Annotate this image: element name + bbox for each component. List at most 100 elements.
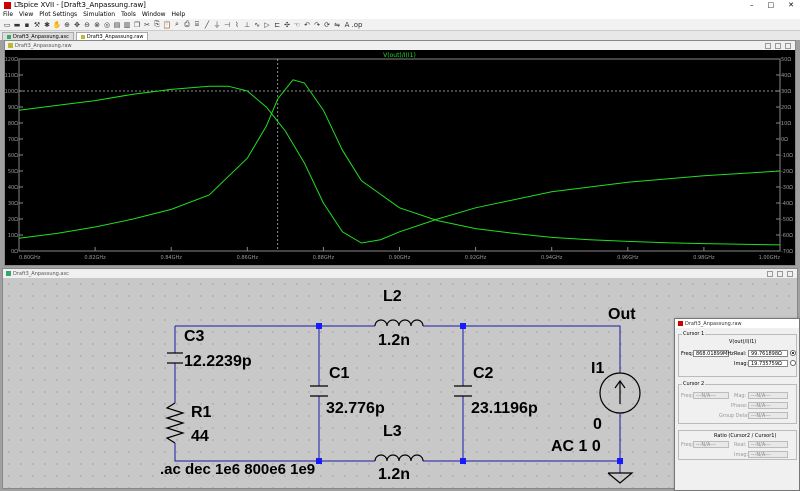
maximize-icon[interactable] (775, 42, 781, 49)
i1-name[interactable]: I1 (591, 360, 604, 378)
c2-value[interactable]: 23.1196p (471, 400, 538, 418)
l2-name[interactable]: L2 (383, 288, 402, 306)
minimize-icon[interactable] (765, 42, 771, 49)
waveform-window[interactable]: Draft3_Anpassung.raw 0Ω 10Ω 20Ω 30Ω 40Ω 50Ω 60… (4, 40, 796, 266)
paste-icon[interactable]: 📋 (163, 21, 172, 29)
y-right-tick-label: -50Ω (781, 217, 793, 223)
r1-value[interactable]: 44 (191, 428, 209, 446)
rotate-icon[interactable]: ⟳ (323, 21, 331, 29)
menu-help[interactable]: Help (172, 11, 186, 18)
c1-value[interactable]: 32.776p (326, 400, 385, 418)
net-label-out[interactable]: Out (608, 306, 636, 324)
menu-plot-settings[interactable]: Plot Settings (39, 11, 77, 18)
menu-simulation[interactable]: Simulation (83, 11, 115, 18)
undo-icon[interactable]: ↶ (303, 21, 311, 29)
minimize-icon[interactable]: – (750, 1, 754, 9)
folder-icon[interactable]: ▬ (13, 21, 21, 29)
open-icon[interactable]: ▭ (3, 21, 11, 29)
close-icon[interactable] (787, 270, 793, 277)
waveform-window-titlebar[interactable]: Draft3_Anpassung.raw (5, 41, 795, 50)
app-title: LTspice XVII - [Draft3_Anpassung.raw] (14, 1, 146, 9)
real-radio[interactable] (790, 350, 796, 356)
y-left-tick-label: 70Ω (8, 137, 18, 143)
ratio-real-field: ---N/A--- (748, 441, 788, 448)
menu-file[interactable]: File (3, 11, 13, 18)
capacitor-icon[interactable]: ⊥ (243, 21, 251, 29)
menu-tools[interactable]: Tools (121, 11, 136, 18)
c1-name[interactable]: C1 (329, 365, 349, 383)
spice-directive[interactable]: .ac dec 1e6 800e6 1e9 (160, 461, 315, 478)
run-icon[interactable]: ✱ (43, 21, 51, 29)
resistor-icon[interactable]: ⌇ (233, 21, 241, 29)
print-preview-icon[interactable]: ⌸ (193, 20, 201, 29)
tab-label: Draft3_Anpassung.raw (86, 33, 144, 40)
menu-view[interactable]: View (19, 11, 33, 18)
wire-icon[interactable]: ╱ (203, 21, 211, 29)
maximize-icon[interactable]: □ (768, 1, 775, 9)
cursor-dialog-title: Draft3_Anpassung.raw (685, 320, 742, 327)
ratio-imag-field: ---N/A--- (748, 451, 788, 458)
l3-name[interactable]: L3 (383, 423, 402, 441)
close-icon[interactable] (785, 42, 791, 49)
c3-value[interactable]: 12.2239p (184, 353, 252, 371)
c2-name[interactable]: C2 (473, 365, 493, 383)
tab-schematic[interactable]: Draft3_Anpassung.asc (2, 32, 74, 40)
menu-window[interactable]: Window (142, 11, 166, 18)
l3-value[interactable]: 1.2n (378, 466, 410, 484)
cursor-dialog-titlebar[interactable]: Draft3_Anpassung.raw (675, 319, 799, 328)
tile-horizontal-icon[interactable]: ▤ (113, 21, 121, 29)
zoom-in-icon[interactable]: ⊕ (63, 21, 71, 29)
y-left-tick-label: 100Ω (5, 89, 18, 95)
maximize-icon[interactable] (777, 270, 783, 277)
y-left-tick-label: 50Ω (8, 169, 18, 175)
print-icon[interactable]: ⎙ (183, 20, 191, 29)
cut-icon[interactable]: ✂ (143, 21, 151, 29)
text-icon[interactable]: A (343, 21, 351, 29)
tab-waveform[interactable]: Draft3_Anpassung.raw (75, 32, 149, 40)
autorange-icon[interactable]: ◎ (103, 21, 111, 29)
diode-icon[interactable]: ▷ (263, 21, 271, 29)
cascade-icon[interactable]: ❐ (133, 21, 141, 29)
redo-icon[interactable]: ↷ (313, 21, 321, 29)
mirror-icon[interactable]: ⇋ (333, 21, 341, 29)
zoom-fit-icon[interactable]: ⊗ (93, 21, 101, 29)
i1-value[interactable]: 0 (593, 416, 602, 434)
spice-directive-icon[interactable]: .op (352, 21, 363, 29)
inductor-icon[interactable]: ∿ (253, 21, 261, 29)
r1-name[interactable]: R1 (191, 404, 211, 422)
y-left-tick-label: 120Ω (5, 57, 18, 63)
cursor-dialog[interactable]: Draft3_Anpassung.raw Cursor 1 V(out)/I(I… (674, 318, 800, 491)
schematic-window-titlebar[interactable]: Draft3_Anpassung.asc (3, 269, 797, 278)
y-right-tick-label: 30Ω (781, 89, 791, 95)
cursor1-real-field[interactable]: 99.761898Ω (748, 350, 788, 357)
minimize-icon[interactable] (767, 270, 773, 277)
drag-icon[interactable]: ☜ (293, 21, 301, 29)
pan-icon[interactable]: ✥ (73, 21, 81, 29)
component-icon[interactable]: ⊏ (273, 21, 281, 29)
y-left-tick-label: 40Ω (8, 185, 18, 191)
imag-radio[interactable] (790, 360, 796, 366)
save-icon[interactable]: ▪ (23, 21, 31, 29)
find-icon[interactable]: ⌕ (173, 20, 181, 29)
tile-vertical-icon[interactable]: ▥ (123, 21, 131, 29)
close-icon[interactable]: ✕ (788, 1, 794, 9)
cursor1-imag-field[interactable]: 19.735759Ω (748, 360, 788, 367)
cursor2-group: Cursor 2 Freq: ---N/A--- Mag: ---N/A--- … (678, 381, 797, 424)
junction-dot (316, 323, 322, 329)
halt-icon[interactable]: ✋ (53, 21, 62, 29)
cursor1-freq-field[interactable]: 868.01899MHz (693, 350, 734, 357)
ground-icon[interactable]: ⏚ (213, 21, 221, 29)
waveform-icon (8, 43, 13, 48)
i1-ac-spec[interactable]: AC 1 0 (551, 438, 601, 456)
plot-pane[interactable]: 0Ω 10Ω 20Ω 30Ω 40Ω 50Ω 60Ω 70Ω 80Ω 90Ω 100Ω 110Ω 120… (5, 50, 795, 265)
zoom-out-icon[interactable]: ⊖ (83, 21, 91, 29)
label-net-icon[interactable]: ⊣ (223, 21, 231, 29)
copy-icon[interactable]: ⎘ (153, 20, 161, 29)
cursor1-trace: V(out)/I(I1) (729, 339, 757, 345)
control-panel-icon[interactable]: ⚒ (33, 21, 41, 29)
c3-name[interactable]: C3 (184, 328, 204, 346)
waveform-plot[interactable]: 0Ω 10Ω 20Ω 30Ω 40Ω 50Ω 60Ω 70Ω 80Ω 90Ω 100Ω 110Ω 120… (5, 50, 795, 265)
move-icon[interactable]: ✣ (283, 21, 291, 29)
trace-label[interactable]: V(out)/I(I1) (383, 52, 416, 59)
l2-value[interactable]: 1.2n (378, 332, 410, 350)
